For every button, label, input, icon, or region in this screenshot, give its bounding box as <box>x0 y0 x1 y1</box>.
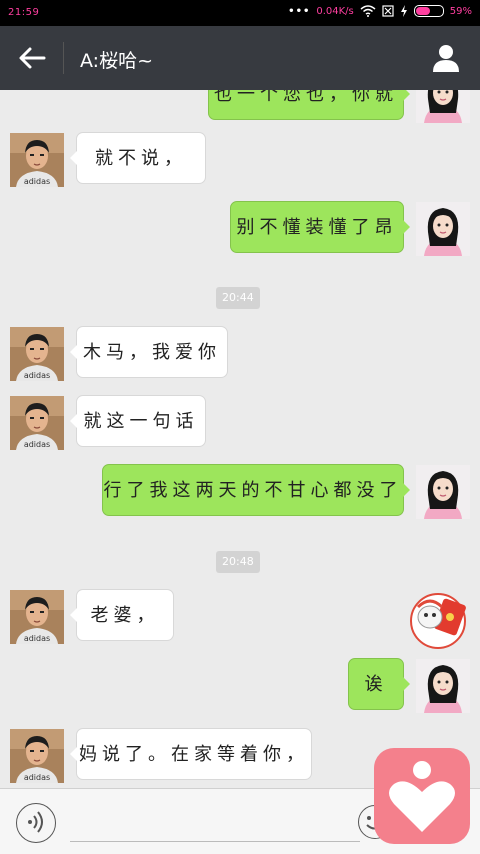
svg-text:adidas: adidas <box>24 177 50 186</box>
floating-heart-button[interactable] <box>374 748 470 844</box>
contact-avatar[interactable]: adidas <box>10 133 64 187</box>
status-time: 21:59 <box>8 7 40 18</box>
timestamp: 20:44 <box>216 287 260 309</box>
sent-message[interactable]: 别不懂装懂了昂 <box>230 201 410 253</box>
contact-avatar[interactable]: adidas <box>10 590 64 644</box>
svg-text:adidas: adidas <box>24 634 50 643</box>
battery-fill <box>415 7 430 15</box>
my-avatar[interactable] <box>416 90 470 123</box>
red-packet-icon[interactable] <box>408 587 468 651</box>
svg-text:adidas: adidas <box>24 440 50 449</box>
message-input[interactable] <box>70 841 360 842</box>
chat-title: A:桜哈~ <box>80 50 153 72</box>
header-divider <box>63 42 64 74</box>
battery-icon <box>413 5 444 17</box>
sent-message[interactable]: 行了我这两天的不甘心都没了 <box>102 464 410 516</box>
svg-text:adidas: adidas <box>24 773 50 782</box>
status-bar: 21:59 ••• 0.04K/s 59% <box>0 0 480 26</box>
received-message[interactable]: 木马，我爱你 <box>70 326 228 378</box>
received-message[interactable]: 就不说， <box>70 132 206 184</box>
no-sim-icon <box>382 5 394 17</box>
timestamp: 20:48 <box>216 551 260 573</box>
sent-message[interactable]: 诶 <box>348 658 410 710</box>
received-message[interactable]: 妈说了。在家等着你， <box>70 728 312 780</box>
charging-icon <box>400 5 407 17</box>
contact-avatar[interactable]: adidas <box>10 396 64 450</box>
received-message[interactable]: 就这一句话 <box>70 395 206 447</box>
received-message[interactable]: 老婆， <box>70 589 174 641</box>
battery-percent: 59% <box>449 5 472 17</box>
voice-icon[interactable] <box>16 803 56 843</box>
network-speed: 0.04K/s <box>316 5 354 17</box>
my-avatar[interactable] <box>416 202 470 256</box>
arrow-left-icon[interactable] <box>14 44 50 72</box>
chat-header: A:桜哈~ <box>0 26 480 90</box>
sent-message[interactable]: 也一个您也，你就 <box>208 90 410 120</box>
my-avatar[interactable] <box>416 465 470 519</box>
message-list[interactable]: 也一个您也，你就 adidas 就不说， 别不懂装懂了昂 20:44 adidas 木马，我… <box>0 90 480 788</box>
my-avatar[interactable] <box>416 659 470 713</box>
contact-avatar[interactable]: adidas <box>10 729 64 783</box>
svg-text:adidas: adidas <box>24 371 50 380</box>
person-icon[interactable] <box>430 42 462 74</box>
wifi-icon <box>360 5 376 17</box>
contact-avatar[interactable]: adidas <box>10 327 64 381</box>
signal-dots-icon: ••• <box>288 5 311 17</box>
heart-icon <box>389 761 455 832</box>
